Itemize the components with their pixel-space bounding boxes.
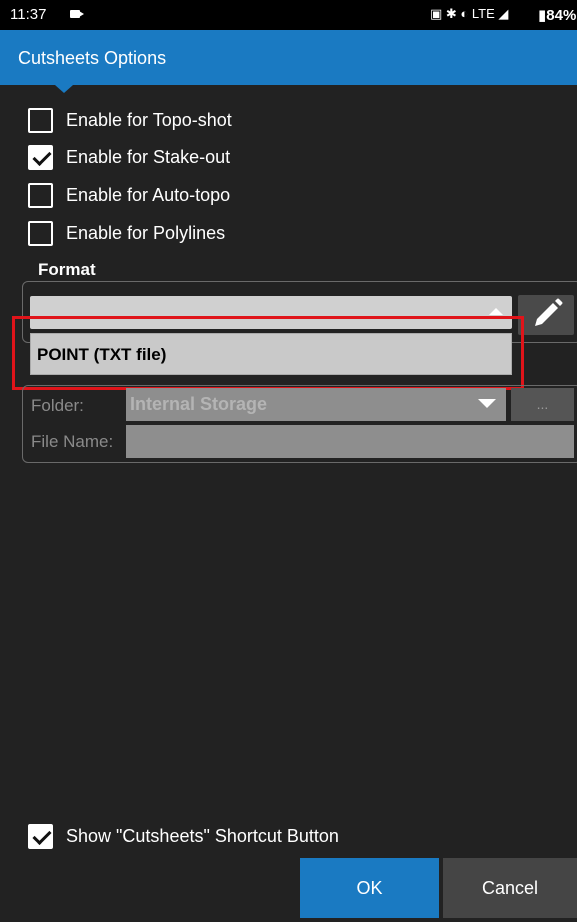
screen-record-icon [70,10,84,18]
shortcut-label: Show "Cutsheets" Shortcut Button [66,826,339,846]
edit-format-button[interactable] [518,295,574,335]
title-notch-decoration [55,85,73,93]
checkbox-show-shortcut[interactable] [28,824,53,849]
pencil-icon [535,298,563,326]
format-legend: Format [38,260,96,279]
chevron-down-icon[interactable] [470,390,506,420]
page-title: Cutsheets Options [18,48,167,68]
checkbox-polylines[interactable] [28,221,53,246]
folder-label: Folder: [31,396,84,415]
highlight-box [12,316,524,390]
browse-folder-button[interactable]: ... [511,388,574,421]
option-label: Enable for Stake-out [66,147,231,167]
cancel-button[interactable]: Cancel [443,858,577,918]
status-bar: 11:37 ▣ ✱ ◐ LTE ◢ ▮84% [0,0,577,30]
option-label: Enable for Topo-shot [66,110,232,130]
filename-label: File Name: [31,432,114,451]
title-bar: Cutsheets Options [0,30,577,85]
option-label: Enable for Auto-topo [66,185,231,205]
battery-indicator: ▮84% [538,7,577,24]
folder-select[interactable]: Internal Storage [126,388,506,421]
checkbox-topo-shot[interactable] [28,108,53,133]
ok-button[interactable]: OK [300,858,439,918]
checkbox-stake-out[interactable] [28,145,53,170]
status-icons: ▣ ✱ ◐ LTE ◢ [430,6,509,21]
checkbox-auto-topo[interactable] [28,183,53,208]
status-time: 11:37 [10,6,47,23]
filename-input[interactable] [126,425,574,458]
option-label: Enable for Polylines [66,223,226,243]
